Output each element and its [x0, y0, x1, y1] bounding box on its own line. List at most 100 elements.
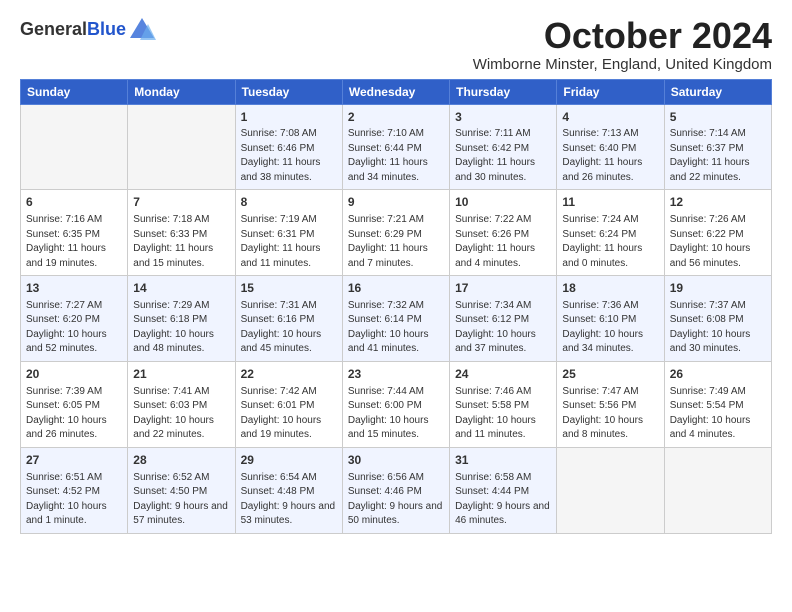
- col-wednesday: Wednesday: [342, 79, 449, 104]
- day-info: Sunrise: 6:56 AMSunset: 4:46 PMDaylight:…: [348, 471, 444, 529]
- location-subtitle: Wimborne Minster, England, United Kingdo…: [473, 56, 772, 73]
- header-row: Sunday Monday Tuesday Wednesday Thursday…: [21, 79, 772, 104]
- day-info: Sunrise: 7:34 AMSunset: 6:12 PMDaylight:…: [455, 299, 551, 357]
- day-number: 8: [241, 194, 337, 211]
- day-number: 10: [455, 194, 551, 211]
- day-number: 13: [26, 280, 122, 297]
- day-info: Sunrise: 7:37 AMSunset: 6:08 PMDaylight:…: [670, 299, 766, 357]
- col-monday: Monday: [128, 79, 235, 104]
- col-tuesday: Tuesday: [235, 79, 342, 104]
- table-row: 7 Sunrise: 7:18 AMSunset: 6:33 PMDaylight…: [128, 190, 235, 276]
- day-info: Sunrise: 7:16 AMSunset: 6:35 PMDaylight:…: [26, 213, 122, 271]
- day-info: Sunrise: 7:18 AMSunset: 6:33 PMDaylight:…: [133, 213, 229, 271]
- day-info: Sunrise: 7:36 AMSunset: 6:10 PMDaylight:…: [562, 299, 658, 357]
- day-number: 27: [26, 452, 122, 469]
- day-info: Sunrise: 7:11 AMSunset: 6:42 PMDaylight:…: [455, 127, 551, 185]
- table-row: [664, 447, 771, 533]
- day-info: Sunrise: 7:41 AMSunset: 6:03 PMDaylight:…: [133, 385, 229, 443]
- table-row: 25 Sunrise: 7:47 AMSunset: 5:56 PMDayligh…: [557, 361, 664, 447]
- day-info: Sunrise: 7:19 AMSunset: 6:31 PMDaylight:…: [241, 213, 337, 271]
- table-row: 12 Sunrise: 7:26 AMSunset: 6:22 PMDayligh…: [664, 190, 771, 276]
- day-info: Sunrise: 7:32 AMSunset: 6:14 PMDaylight:…: [348, 299, 444, 357]
- table-row: 31 Sunrise: 6:58 AMSunset: 4:44 PMDayligh…: [450, 447, 557, 533]
- day-number: 14: [133, 280, 229, 297]
- day-info: Sunrise: 7:47 AMSunset: 5:56 PMDaylight:…: [562, 385, 658, 443]
- table-row: 22 Sunrise: 7:42 AMSunset: 6:01 PMDayligh…: [235, 361, 342, 447]
- day-number: 7: [133, 194, 229, 211]
- table-row: [21, 104, 128, 190]
- col-thursday: Thursday: [450, 79, 557, 104]
- calendar-week-row: 1Sunrise: 7:08 AMSunset: 6:46 PMDaylight…: [21, 104, 772, 190]
- day-number: 6: [26, 194, 122, 211]
- day-number: 25: [562, 366, 658, 383]
- table-row: 14 Sunrise: 7:29 AMSunset: 6:18 PMDayligh…: [128, 276, 235, 362]
- day-info: Sunrise: 7:39 AMSunset: 6:05 PMDaylight:…: [26, 385, 122, 443]
- day-info: Sunrise: 7:46 AMSunset: 5:58 PMDaylight:…: [455, 385, 551, 443]
- day-info: Sunrise: 7:22 AMSunset: 6:26 PMDaylight:…: [455, 213, 551, 271]
- day-info: Sunrise: 7:49 AMSunset: 5:54 PMDaylight:…: [670, 385, 766, 443]
- day-number: 11: [562, 194, 658, 211]
- calendar-week-row: 20 Sunrise: 7:39 AMSunset: 6:05 PMDayligh…: [21, 361, 772, 447]
- day-number: 30: [348, 452, 444, 469]
- calendar-week-row: 6 Sunrise: 7:16 AMSunset: 6:35 PMDaylight…: [21, 190, 772, 276]
- day-info: Sunrise: 7:42 AMSunset: 6:01 PMDaylight:…: [241, 385, 337, 443]
- table-row: 20 Sunrise: 7:39 AMSunset: 6:05 PMDayligh…: [21, 361, 128, 447]
- day-info: Sunrise: 6:54 AMSunset: 4:48 PMDaylight:…: [241, 471, 337, 529]
- table-row: 16Sunrise: 7:32 AMSunset: 6:14 PMDayligh…: [342, 276, 449, 362]
- day-info: Sunrise: 7:21 AMSunset: 6:29 PMDaylight:…: [348, 213, 444, 271]
- table-row: 30 Sunrise: 6:56 AMSunset: 4:46 PMDayligh…: [342, 447, 449, 533]
- day-info: Sunrise: 6:51 AMSunset: 4:52 PMDaylight:…: [26, 471, 122, 529]
- table-row: 19 Sunrise: 7:37 AMSunset: 6:08 PMDayligh…: [664, 276, 771, 362]
- table-row: 27 Sunrise: 6:51 AMSunset: 4:52 PMDayligh…: [21, 447, 128, 533]
- day-number: 24: [455, 366, 551, 383]
- table-row: 29Sunrise: 6:54 AMSunset: 4:48 PMDayligh…: [235, 447, 342, 533]
- title-block: October 2024 Wimborne Minster, England, …: [473, 16, 772, 73]
- table-row: 26 Sunrise: 7:49 AMSunset: 5:54 PMDayligh…: [664, 361, 771, 447]
- table-row: [557, 447, 664, 533]
- col-friday: Friday: [557, 79, 664, 104]
- day-info: Sunrise: 7:14 AMSunset: 6:37 PMDaylight:…: [670, 127, 766, 185]
- table-row: 13 Sunrise: 7:27 AMSunset: 6:20 PMDayligh…: [21, 276, 128, 362]
- day-info: Sunrise: 7:44 AMSunset: 6:00 PMDaylight:…: [348, 385, 444, 443]
- day-info: Sunrise: 6:58 AMSunset: 4:44 PMDaylight:…: [455, 471, 551, 529]
- day-number: 21: [133, 366, 229, 383]
- day-number: 19: [670, 280, 766, 297]
- day-info: Sunrise: 7:29 AMSunset: 6:18 PMDaylight:…: [133, 299, 229, 357]
- day-number: 9: [348, 194, 444, 211]
- day-number: 3: [455, 109, 551, 126]
- day-info: Sunrise: 7:27 AMSunset: 6:20 PMDaylight:…: [26, 299, 122, 357]
- table-row: 1Sunrise: 7:08 AMSunset: 6:46 PMDaylight…: [235, 104, 342, 190]
- day-number: 26: [670, 366, 766, 383]
- table-row: 28Sunrise: 6:52 AMSunset: 4:50 PMDayligh…: [128, 447, 235, 533]
- table-row: 8 Sunrise: 7:19 AMSunset: 6:31 PMDaylight…: [235, 190, 342, 276]
- table-row: 18Sunrise: 7:36 AMSunset: 6:10 PMDayligh…: [557, 276, 664, 362]
- table-row: 9 Sunrise: 7:21 AMSunset: 6:29 PMDaylight…: [342, 190, 449, 276]
- month-title: October 2024: [473, 16, 772, 56]
- day-number: 28: [133, 452, 229, 469]
- table-row: 17Sunrise: 7:34 AMSunset: 6:12 PMDayligh…: [450, 276, 557, 362]
- table-row: 15Sunrise: 7:31 AMSunset: 6:16 PMDayligh…: [235, 276, 342, 362]
- day-number: 5: [670, 109, 766, 126]
- logo-general: General: [20, 19, 87, 39]
- logo-blue: Blue: [87, 19, 126, 39]
- day-number: 2: [348, 109, 444, 126]
- day-info: Sunrise: 7:26 AMSunset: 6:22 PMDaylight:…: [670, 213, 766, 271]
- day-info: Sunrise: 7:24 AMSunset: 6:24 PMDaylight:…: [562, 213, 658, 271]
- table-row: 24 Sunrise: 7:46 AMSunset: 5:58 PMDayligh…: [450, 361, 557, 447]
- table-row: 11 Sunrise: 7:24 AMSunset: 6:24 PMDayligh…: [557, 190, 664, 276]
- table-row: 5Sunrise: 7:14 AMSunset: 6:37 PMDaylight…: [664, 104, 771, 190]
- day-number: 31: [455, 452, 551, 469]
- table-row: 10 Sunrise: 7:22 AMSunset: 6:26 PMDayligh…: [450, 190, 557, 276]
- col-saturday: Saturday: [664, 79, 771, 104]
- logo: GeneralBlue: [20, 16, 156, 44]
- table-row: 6 Sunrise: 7:16 AMSunset: 6:35 PMDaylight…: [21, 190, 128, 276]
- day-number: 12: [670, 194, 766, 211]
- col-sunday: Sunday: [21, 79, 128, 104]
- day-number: 22: [241, 366, 337, 383]
- table-row: 21 Sunrise: 7:41 AMSunset: 6:03 PMDayligh…: [128, 361, 235, 447]
- day-number: 23: [348, 366, 444, 383]
- day-number: 20: [26, 366, 122, 383]
- table-row: 2Sunrise: 7:10 AMSunset: 6:44 PMDaylight…: [342, 104, 449, 190]
- day-number: 15: [241, 280, 337, 297]
- table-row: [128, 104, 235, 190]
